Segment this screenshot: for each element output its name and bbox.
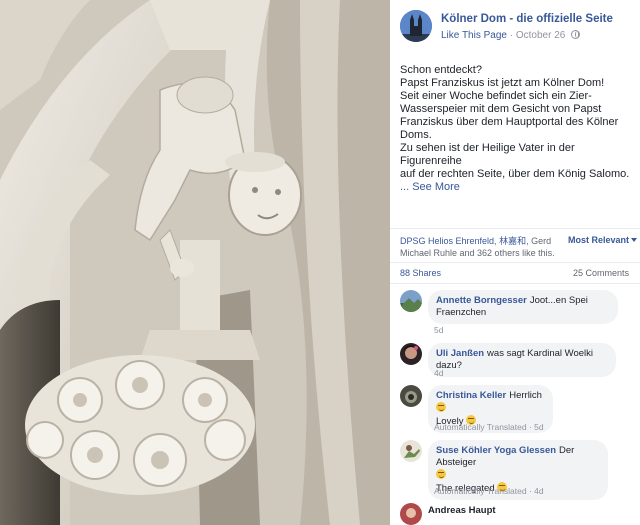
post-line: Wasserspeier mit dem Gesicht von Papst — [400, 103, 602, 115]
comment-item: Suse Köhler Yoga Glessen Der Absteiger Th… — [400, 440, 635, 500]
smile-emoji-icon — [436, 402, 446, 412]
user-photo-icon — [400, 290, 422, 312]
like-page-link[interactable]: Like This Page — [441, 30, 507, 41]
likers-summary: DPSG Helios Ehrenfeld, 林嘉和, Gerd Michael… — [400, 235, 560, 259]
comment-author[interactable]: Annette Borngesser — [436, 295, 527, 306]
avatar[interactable] — [400, 290, 422, 312]
comment-author[interactable]: Suse Köhler Yoga Glessen — [436, 445, 556, 456]
user-photo-icon — [400, 385, 422, 407]
user-photo-icon — [400, 440, 422, 462]
comment-time[interactable]: 5d — [434, 325, 443, 335]
comment-item: Christina Keller Herrlich Lovely Automati… — [400, 385, 635, 433]
globe-icon — [571, 30, 581, 39]
page-name-link[interactable]: Kölner Dom - die offizielle Seite — [441, 13, 613, 25]
shares-link[interactable]: 88 Shares — [400, 268, 441, 278]
post-line: Papst Franziskus ist jetzt am Kölner Dom… — [400, 77, 605, 89]
comment-bubble: Annette Borngesser Joot...en Spei Fraenzc… — [428, 290, 618, 324]
translated-link[interactable]: Automatically Translated — [434, 422, 527, 432]
comment-item: Andreas Haupt — [400, 503, 635, 525]
post-line: Seit einer Woche befindet sich ein Zier- — [400, 90, 592, 102]
post-header: Kölner Dom - die offizielle Seite Like T… — [400, 10, 638, 44]
separator-dot: · — [509, 30, 514, 41]
post-line: Franziskus über dem Hauptportal des Köln… — [400, 116, 619, 141]
comment-author[interactable]: Christina Keller — [436, 390, 506, 401]
avatar[interactable] — [400, 503, 422, 525]
comment-item: Uli Janßen was sagt Kardinal Woelki dazu?… — [400, 343, 635, 379]
liker-link[interactable]: DPSG Helios Ehrenfeld — [400, 236, 494, 246]
post-subline: Like This Page · October 26 — [441, 30, 581, 41]
comments-count[interactable]: 25 Comments — [573, 268, 629, 278]
avatar[interactable] — [400, 343, 422, 365]
comment-bubble: Andreas Haupt — [428, 503, 528, 519]
reactions-row: DPSG Helios Ehrenfeld, 林嘉和, Gerd Michael… — [390, 228, 640, 262]
post-line: Zu sehen ist der Heilige Vater in der Fi… — [400, 142, 575, 167]
comment-meta: 4d — [434, 368, 443, 378]
post-line: Schon entdeckt? — [400, 64, 482, 76]
post-text: Schon entdeckt? Papst Franziskus ist jet… — [400, 64, 636, 194]
counts-row: 88 Shares 25 Comments — [390, 262, 640, 284]
comment-meta: 5d — [434, 325, 443, 335]
post-panel: Kölner Dom - die offizielle Seite Like T… — [390, 0, 640, 525]
comment-author[interactable]: Uli Janßen — [436, 348, 484, 359]
caret-down-icon — [631, 238, 638, 242]
comment-time[interactable]: 4d — [534, 486, 543, 496]
comment-meta: Automatically Translated · 4d — [434, 486, 544, 496]
avatar[interactable] — [400, 440, 422, 462]
comment-time[interactable]: 5d — [534, 422, 543, 432]
comment-time[interactable]: 4d — [434, 368, 443, 378]
liker-link[interactable]: 林嘉和 — [499, 236, 526, 246]
post-photo[interactable] — [0, 0, 390, 525]
comment-bubble: Uli Janßen was sagt Kardinal Woelki dazu? — [428, 343, 616, 377]
avatar[interactable] — [400, 385, 422, 407]
sort-dropdown[interactable]: Most Relevant — [568, 235, 638, 245]
translated-link[interactable]: Automatically Translated — [434, 486, 527, 496]
post-line: auf der rechten Seite, über dem König Sa… — [400, 168, 630, 180]
comment-text: Herrlich — [509, 390, 542, 401]
post-date[interactable]: October 26 — [516, 30, 565, 41]
cathedral-icon — [400, 10, 432, 42]
comment-author[interactable]: Andreas Haupt — [428, 505, 496, 516]
user-photo-icon — [400, 343, 422, 365]
page-avatar[interactable] — [400, 10, 432, 42]
comment-item: Annette Borngesser Joot...en Spei Fraenzc… — [400, 290, 635, 338]
sort-label: Most Relevant — [568, 235, 630, 245]
gargoyle-photo — [0, 0, 390, 525]
sad-emoji-icon — [436, 469, 446, 479]
user-photo-icon — [400, 503, 422, 525]
see-more-link[interactable]: ... See More — [400, 181, 636, 194]
comment-meta: Automatically Translated · 5d — [434, 422, 544, 432]
